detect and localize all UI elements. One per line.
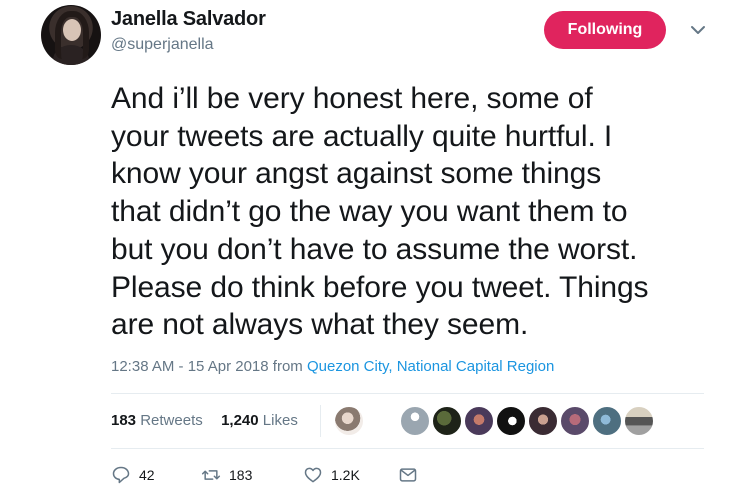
like-count: 1.2K (331, 467, 360, 483)
retweets-stat[interactable]: 183 Retweets (111, 412, 207, 429)
chevron-down-icon[interactable] (690, 22, 706, 38)
liker-avatar[interactable] (592, 406, 622, 436)
heart-icon (304, 467, 322, 483)
liker-avatar[interactable] (560, 406, 590, 436)
likes-label: Likes (262, 412, 298, 429)
user-name[interactable]: Janella Salvador (111, 8, 266, 31)
liker-avatar[interactable] (334, 406, 364, 436)
envelope-icon (399, 468, 417, 482)
user-handle[interactable]: @superjanella (111, 36, 214, 54)
divider (111, 448, 704, 449)
liker-avatar[interactable] (528, 406, 558, 436)
liker-avatar[interactable] (624, 406, 654, 436)
tweet-stats: 183 Retweets 1,240 Likes (111, 412, 298, 429)
liker-avatar[interactable] (464, 406, 494, 436)
tweet-meta: 12:38 AM - 15 Apr 2018 from Quezon City,… (111, 358, 554, 375)
reply-count: 42 (139, 467, 155, 483)
liker-avatar[interactable] (432, 406, 462, 436)
tweet-timestamp[interactable]: 12:38 AM - 15 Apr 2018 (111, 358, 269, 375)
divider (111, 393, 704, 394)
retweet-button[interactable]: 183 (201, 463, 252, 487)
tweet-location[interactable]: Quezon City, National Capital Region (307, 358, 554, 375)
divider (320, 405, 321, 437)
following-button[interactable]: Following (544, 11, 666, 49)
retweets-label: Retweets (140, 412, 203, 429)
direct-message-button[interactable] (398, 463, 418, 487)
retweet-icon (201, 470, 221, 480)
likes-count: 1,240 (221, 412, 259, 429)
from-label: from (272, 358, 303, 375)
avatar[interactable] (41, 5, 101, 65)
like-button[interactable]: 1.2K (303, 463, 360, 487)
retweet-count: 183 (229, 467, 253, 483)
reply-icon (112, 466, 130, 484)
liker-avatar[interactable] (400, 406, 430, 436)
liker-avatar[interactable] (496, 406, 526, 436)
reply-button[interactable]: 42 (111, 463, 155, 487)
likes-stat[interactable]: 1,240 Likes (221, 412, 298, 429)
tweet-text: And i’ll be very honest here, some of yo… (111, 82, 649, 342)
retweets-count: 183 (111, 412, 137, 429)
tweet-card: Janella Salvador @superjanella Following… (0, 0, 750, 501)
